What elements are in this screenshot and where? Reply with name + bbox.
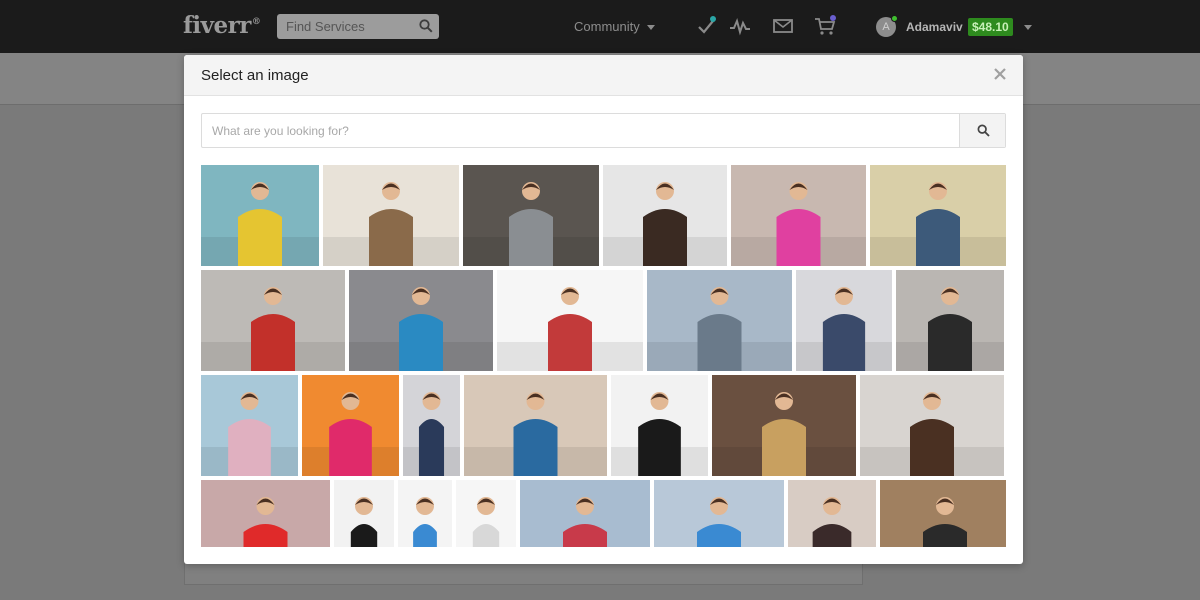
image-thumbnail-men-bench-phone[interactable] xyxy=(647,270,792,371)
image-thumbnail-women-leather-jackets[interactable] xyxy=(611,375,708,476)
top-navigation-bar: fiverr® Community A Adamaviv $48.10 xyxy=(0,0,1200,53)
image-thumbnail-woman-brick-wall[interactable] xyxy=(323,165,459,266)
search-icon[interactable] xyxy=(419,19,433,33)
photo-placeholder xyxy=(870,165,1006,266)
balance-badge[interactable]: $48.10 xyxy=(968,18,1013,36)
image-search-bar xyxy=(201,113,1006,148)
image-row xyxy=(201,480,1006,547)
image-thumbnail-man-cafe-tablet[interactable] xyxy=(463,165,599,266)
checkmark-icon[interactable] xyxy=(696,15,718,37)
image-thumbnail-man-tablet-smiling[interactable] xyxy=(860,375,1004,476)
photo-placeholder xyxy=(731,165,866,266)
image-thumbnail-girl-balloons[interactable] xyxy=(201,375,298,476)
community-menu[interactable]: Community xyxy=(574,19,655,34)
photo-placeholder xyxy=(654,480,784,547)
photo-placeholder xyxy=(611,375,708,476)
photo-placeholder xyxy=(201,165,319,266)
cart-icon[interactable] xyxy=(814,15,836,37)
image-thumbnail-woman-denim-bag[interactable] xyxy=(796,270,892,371)
modal-title: Select an image xyxy=(201,67,309,84)
photo-placeholder xyxy=(302,375,399,476)
photo-placeholder xyxy=(456,480,516,547)
image-row xyxy=(201,165,1006,266)
modal-header: Select an image xyxy=(184,55,1023,96)
photo-placeholder xyxy=(464,375,607,476)
online-status-dot xyxy=(891,15,898,22)
image-thumbnail-woman-jeans-walking[interactable] xyxy=(403,375,460,476)
photo-placeholder xyxy=(896,270,1004,371)
photo-placeholder xyxy=(603,165,727,266)
image-thumbnail-woman-sitting-street[interactable] xyxy=(712,375,856,476)
photo-placeholder xyxy=(334,480,394,547)
image-thumbnail-group-lying-white[interactable] xyxy=(497,270,643,371)
image-thumbnail-woman-shorts-gray[interactable] xyxy=(896,270,1004,371)
avatar[interactable]: A xyxy=(876,15,898,37)
image-thumbnail-women-sofa-laughing[interactable] xyxy=(788,480,876,547)
image-grid xyxy=(201,165,1006,547)
photo-placeholder xyxy=(403,375,460,476)
image-thumbnail-man-yellow-sweater[interactable] xyxy=(201,165,319,266)
mail-icon[interactable] xyxy=(772,15,794,37)
find-services-input[interactable] xyxy=(277,14,415,39)
image-thumbnail-concert-crowd-colors[interactable] xyxy=(302,375,399,476)
image-row xyxy=(201,375,1006,476)
photo-placeholder xyxy=(520,480,650,547)
photo-placeholder xyxy=(323,165,459,266)
image-thumbnail-woman-black-skirt[interactable] xyxy=(334,480,394,547)
image-thumbnail-women-selfie-sunglasses[interactable] xyxy=(731,165,866,266)
chevron-down-icon xyxy=(646,25,655,31)
username[interactable]: Adamaviv xyxy=(906,20,963,34)
photo-placeholder xyxy=(349,270,493,371)
image-thumbnail-woman-white-dancing[interactable] xyxy=(456,480,516,547)
find-services-search xyxy=(277,14,439,39)
image-thumbnail-skateboard-feet[interactable] xyxy=(201,480,330,547)
photo-placeholder xyxy=(398,480,452,547)
chevron-down-icon[interactable] xyxy=(1024,25,1032,30)
photo-placeholder xyxy=(796,270,892,371)
photo-placeholder xyxy=(201,270,345,371)
image-thumbnail-man-blue-shirt[interactable] xyxy=(398,480,452,547)
photo-placeholder xyxy=(201,480,330,547)
photo-placeholder xyxy=(788,480,876,547)
image-thumbnail-woman-red-shorts[interactable] xyxy=(201,270,345,371)
select-image-modal: Select an image xyxy=(184,55,1023,564)
image-thumbnail-teens-stairs-tablet[interactable] xyxy=(349,270,493,371)
photo-placeholder xyxy=(497,270,643,371)
activity-icon[interactable] xyxy=(729,15,751,37)
fiverr-logo[interactable]: fiverr® xyxy=(183,12,261,39)
photo-placeholder xyxy=(880,480,1006,547)
image-search-input[interactable] xyxy=(202,114,960,147)
photo-placeholder xyxy=(463,165,599,266)
photo-placeholder xyxy=(860,375,1004,476)
search-icon xyxy=(977,124,990,137)
image-search-button[interactable] xyxy=(959,114,1005,147)
image-thumbnail-friends-laptop[interactable] xyxy=(520,480,650,547)
photo-placeholder xyxy=(712,375,856,476)
photo-placeholder xyxy=(201,375,298,476)
image-thumbnail-friends-beach-jumping[interactable] xyxy=(870,165,1006,266)
image-thumbnail-blonde-laughing[interactable] xyxy=(464,375,607,476)
image-row xyxy=(201,270,1006,371)
photo-placeholder xyxy=(647,270,792,371)
image-thumbnail-hands-phones[interactable] xyxy=(654,480,784,547)
image-thumbnail-man-sunglasses-wall[interactable] xyxy=(880,480,1006,547)
close-icon[interactable] xyxy=(993,67,1007,81)
image-thumbnail-group-woman-smiling[interactable] xyxy=(603,165,727,266)
